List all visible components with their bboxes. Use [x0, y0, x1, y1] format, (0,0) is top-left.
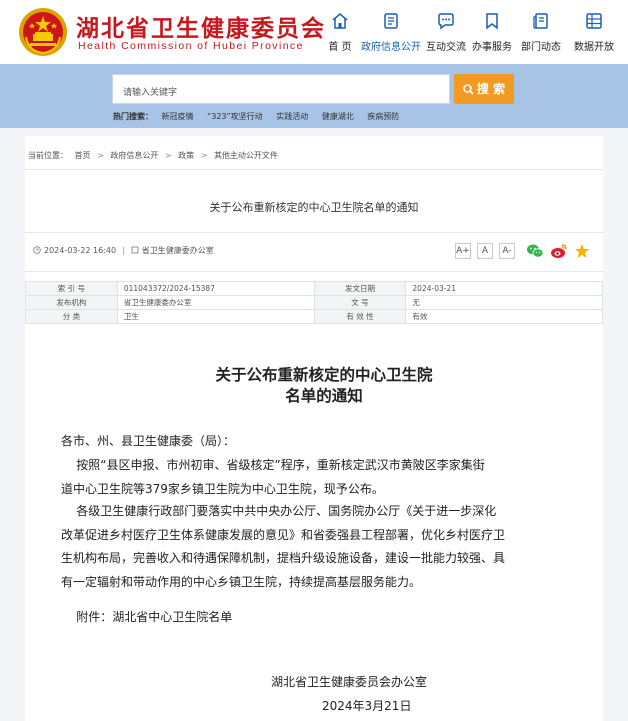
info-value: 卫生: [116, 309, 315, 324]
table-row: 索 引 号 011043372/2024-15387 发文日期 2024-03-…: [25, 281, 603, 296]
national-emblem-icon: [19, 8, 67, 56]
breadcrumb-prefix: 当前位置：: [28, 151, 68, 160]
paragraph-line: 按照“县区申报、市州初审、省级核定”程序，重新核定武汉市黄陂区李家集街: [61, 458, 485, 472]
paragraph-line: 道中心卫生院等379家乡镇卫生院为中心卫生院，现予公布。: [61, 481, 384, 496]
content-card: [25, 136, 603, 721]
font-increase-button[interactable]: A+: [455, 243, 471, 259]
nav-label: 部门动态: [521, 42, 561, 53]
breadcrumb-link[interactable]: 首页: [75, 151, 91, 160]
breadcrumb-link[interactable]: 其他主动公开文件: [214, 151, 278, 160]
wechat-icon[interactable]: [526, 243, 544, 259]
article-heading: 关于公布重新核定的中心卫生院 名单的通知: [25, 364, 623, 406]
info-key: 发布机构: [25, 295, 118, 310]
paragraph-line: 生机构布局，完善收入和待遇保障机制，提档升级设施设备，建设一批能力较强、具: [61, 551, 506, 565]
breadcrumb-separator: >: [164, 151, 172, 160]
article-heading-line: 名单的通知: [285, 386, 363, 405]
info-value: 2024-03-21: [405, 281, 603, 296]
search-button-label: 搜 索: [476, 82, 506, 96]
hot-term-link[interactable]: 新冠疫情: [162, 112, 194, 121]
paragraph-line: 有一定辐射和带动作用的中心乡镇卫生院，持续提高基层服务能力。: [61, 574, 422, 589]
nav-item-open-data[interactable]: 数据开放: [566, 8, 622, 58]
document-source: 省卫生健康委办公室: [141, 246, 214, 255]
info-key: 分 类: [25, 309, 118, 324]
info-key: 文 号: [313, 295, 407, 310]
info-key: 发文日期: [313, 281, 407, 296]
attachment-link[interactable]: 附件：湖北省中心卫生院名单: [61, 606, 232, 630]
breadcrumb-separator: >: [200, 151, 208, 160]
breadcrumb-link[interactable]: 政府信息公开: [110, 151, 158, 160]
main-nav: 首 页 政府信息公开 互动交流 办事服务 部门动态 数据开放: [312, 8, 628, 58]
clock-icon: [33, 246, 41, 254]
document-title: 关于公布重新核定的中心卫生院名单的通知: [209, 201, 419, 214]
bookmark-icon: [486, 13, 498, 30]
info-key: 索 引 号: [25, 281, 118, 296]
nav-item-gov-info[interactable]: 政府信息公开: [356, 8, 426, 58]
table-row: 发布机构 省卫生健康委办公室 文 号 无: [25, 295, 603, 310]
info-value: 011043372/2024-15387: [116, 281, 315, 296]
table-row: 分 类 卫生 有 效 性 有效: [25, 309, 603, 324]
signature: 湖北省卫生健康委员会办公室: [271, 675, 428, 689]
article-paragraph: 各级卫生健康行政部门要落实中共中央办公厅、国务院办公厅《关于进一步深化 改革促进…: [61, 500, 505, 594]
font-decrease-button[interactable]: A-: [499, 243, 515, 259]
search-icon: [463, 84, 474, 95]
nav-item-dept-news[interactable]: 部门动态: [513, 8, 569, 58]
search-button[interactable]: 搜 索: [454, 74, 514, 104]
divider: [25, 232, 603, 233]
paragraph-line: 改革促进乡村医疗卫生体系健康发展的意见》和省委强县工程部署，优化乡村医疗卫: [61, 527, 506, 542]
info-value: 省卫生健康委办公室: [116, 295, 315, 310]
home-icon: [332, 13, 348, 29]
hot-term-link[interactable]: “323”攻坚行动: [207, 112, 263, 121]
source-icon: [131, 246, 139, 254]
article-paragraph: 按照“县区申报、市州初审、省级核定”程序，重新核定武汉市黄陂区李家集街 道中心卫…: [61, 454, 485, 501]
hot-term-link[interactable]: 实践活动: [276, 112, 308, 121]
site-title-cn: 湖北省卫生健康委员会: [76, 16, 326, 42]
article-salutation: 各市、州、县卫生健康委（局）：: [61, 434, 236, 448]
nav-label: 数据开放: [574, 42, 614, 53]
weibo-icon[interactable]: [550, 243, 568, 259]
data-grid-icon: [586, 13, 602, 29]
info-value: 有效: [405, 309, 603, 324]
site-title-en: Health Commission of Hubei Province: [78, 40, 304, 52]
divider: [25, 271, 603, 272]
nav-item-services[interactable]: 办事服务: [464, 8, 520, 58]
site-header: 湖北省卫生健康委员会 Health Commission of Hubei Pr…: [0, 0, 628, 64]
document-list-icon: [384, 13, 398, 29]
publish-datetime: 2024-03-22 16:40: [44, 246, 117, 255]
document-meta: 2024-03-22 16:40 | 省卫生健康委办公室: [33, 245, 214, 256]
paragraph-line: 各级卫生健康行政部门要落实中共中央办公厅、国务院办公厅《关于进一步深化: [61, 504, 497, 518]
hot-term-link[interactable]: 疾病预防: [367, 112, 399, 121]
hot-search-label: 热门搜索：: [113, 112, 153, 121]
hot-search: 热门搜索： 新冠疫情 “323”攻坚行动 实践活动 健康湖北 疾病预防: [113, 111, 410, 122]
info-key: 有 效 性: [313, 309, 407, 324]
font-default-button[interactable]: A: [477, 243, 493, 259]
nav-label: 办事服务: [472, 42, 512, 53]
star-favorite-icon[interactable]: [574, 243, 590, 259]
divider: [25, 169, 603, 170]
info-value: 无: [405, 295, 603, 310]
hot-term-link[interactable]: 健康湖北: [322, 112, 354, 121]
chat-icon: [438, 13, 454, 30]
breadcrumb: 当前位置： 首页 > 政府信息公开 > 政策 > 其他主动公开文件: [28, 150, 282, 161]
breadcrumb-separator: >: [97, 151, 104, 160]
article-heading-line: 关于公布重新核定的中心卫生院: [215, 365, 433, 384]
document-info-table: 索 引 号 011043372/2024-15387 发文日期 2024-03-…: [25, 281, 603, 324]
breadcrumb-link[interactable]: 政策: [178, 151, 194, 160]
search-input[interactable]: 请输入关键字: [112, 74, 450, 104]
news-icon: [533, 13, 548, 29]
signature-date: 2024年3月21日: [322, 699, 412, 713]
nav-label: 政府信息公开: [361, 42, 421, 53]
